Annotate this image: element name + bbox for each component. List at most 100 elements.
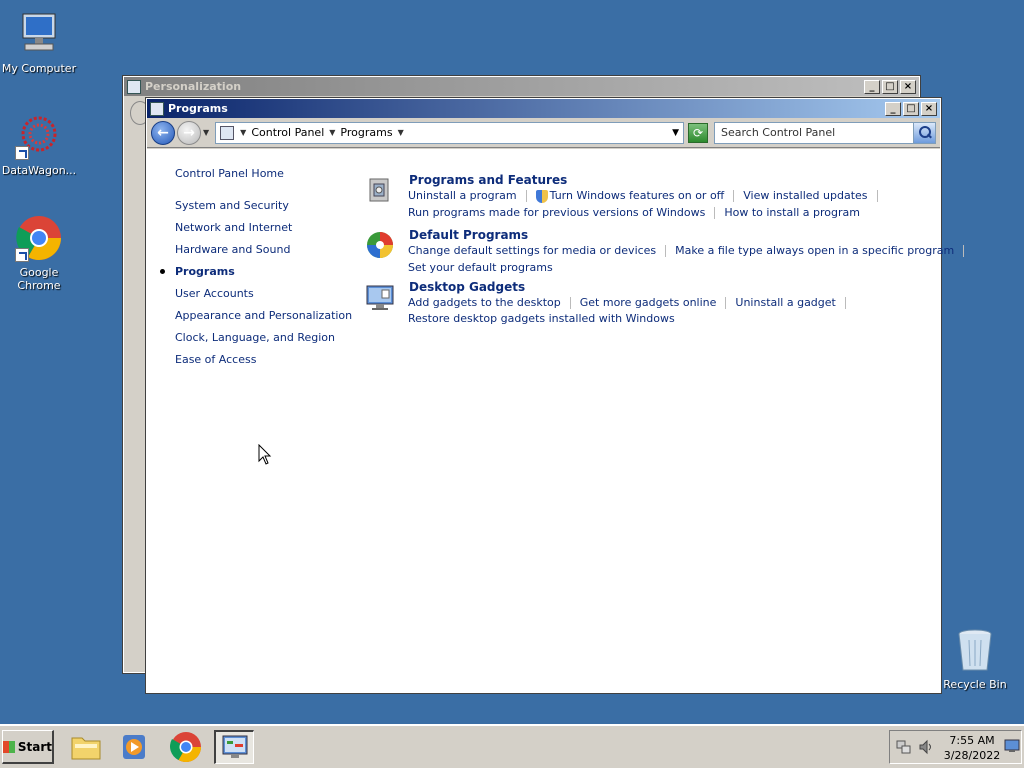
desktop-icon-label: DataWagon...: [1, 164, 77, 177]
section-title[interactable]: Programs and Features: [409, 173, 567, 187]
chrome-icon: [15, 214, 63, 262]
chevron-down-icon[interactable]: ▼: [398, 128, 404, 137]
uninstall-gadget-link[interactable]: Uninstall a gadget: [735, 296, 835, 309]
folder-icon: [71, 737, 101, 760]
get-more-gadgets-link[interactable]: Get more gadgets online: [580, 296, 717, 309]
window-title: Personalization: [145, 80, 242, 93]
links-row: Change default settings for media or dev…: [408, 244, 973, 257]
address-toolbar: ← → ▼ ▼ Control Panel ▼ Programs ▼ ▼ ⟳ S…: [147, 118, 940, 148]
links-row: Add gadgets to the desktop Get more gadge…: [408, 296, 855, 309]
programs-window[interactable]: Programs _ □ × ← → ▼ ▼ Control Panel ▼ P…: [145, 97, 965, 694]
shield-icon: [535, 189, 548, 203]
desktop-icon-label: My Computer: [1, 62, 77, 75]
volume-icon[interactable]: [918, 739, 934, 755]
section-default-programs: Default Programs Change default settings…: [365, 228, 965, 278]
search-input[interactable]: Search Control Panel: [714, 121, 936, 144]
breadcrumb-programs[interactable]: Programs: [340, 126, 392, 139]
personalization-icon: [127, 79, 141, 94]
minimize-button[interactable]: _: [885, 101, 901, 116]
nav-network-and-internet[interactable]: Network and Internet: [175, 221, 352, 243]
system-tray: 7:55 AM 3/28/2022: [889, 730, 1022, 764]
network-icon[interactable]: [896, 739, 912, 755]
clock[interactable]: 7:55 AM 3/28/2022: [942, 733, 1002, 763]
show-desktop-icon[interactable]: [1004, 739, 1020, 753]
how-to-install-link[interactable]: How to install a program: [724, 206, 860, 219]
recycle-bin-icon: [951, 626, 999, 674]
computer-icon: [15, 10, 63, 58]
section-title[interactable]: Default Programs: [409, 228, 528, 242]
file-type-association-link[interactable]: Make a file type always open in a specif…: [675, 244, 954, 257]
refresh-button[interactable]: ⟳: [688, 122, 708, 143]
turn-windows-features-link[interactable]: Turn Windows features on or off: [550, 189, 725, 202]
chevron-down-icon[interactable]: ▼: [329, 128, 335, 137]
datawagon-icon: [15, 112, 63, 160]
window-title: Programs: [168, 102, 228, 115]
run-older-programs-link[interactable]: Run programs made for previous versions …: [408, 206, 705, 219]
close-button[interactable]: ×: [900, 79, 916, 94]
control-panel-icon: [222, 735, 248, 758]
minimize-button[interactable]: _: [864, 79, 880, 94]
address-bar[interactable]: ▼ Control Panel ▼ Programs ▼ ▼: [215, 121, 684, 144]
search-placeholder: Search Control Panel: [721, 126, 836, 139]
back-button[interactable]: ←: [151, 120, 175, 145]
nav-control-panel-home[interactable]: Control Panel Home: [175, 167, 352, 189]
mouse-cursor-icon: [258, 444, 272, 465]
programs-titlebar[interactable]: Programs _ □ ×: [147, 99, 940, 118]
programs-features-icon: [365, 175, 395, 205]
uninstall-program-link[interactable]: Uninstall a program: [408, 189, 517, 202]
personalization-titlebar[interactable]: Personalization _ □ ×: [124, 77, 919, 96]
desktop-icon-my-computer[interactable]: My Computer: [0, 10, 78, 75]
start-label: Start: [17, 739, 52, 754]
nav-programs[interactable]: Programs: [159, 265, 352, 287]
nav-user-accounts[interactable]: User Accounts: [175, 287, 352, 309]
recent-pages-dropdown-icon[interactable]: ▼: [203, 128, 209, 137]
nav-hardware-and-sound[interactable]: Hardware and Sound: [175, 243, 352, 265]
desktop-icon-datawagon[interactable]: DataWagon...: [0, 112, 78, 177]
nav-appearance-and-personalization[interactable]: Appearance and Personalization: [175, 309, 352, 331]
taskbar-media-player-button[interactable]: [114, 730, 154, 764]
nav-system-and-security[interactable]: System and Security: [175, 199, 352, 221]
control-panel-content: Control Panel Home System and Security N…: [147, 149, 965, 692]
clock-time: 7:55 AM: [949, 734, 995, 747]
section-title[interactable]: Desktop Gadgets: [409, 280, 525, 294]
left-navigation: Control Panel Home System and Security N…: [159, 167, 352, 375]
taskbar-chrome-button[interactable]: [166, 730, 206, 764]
media-player-icon: [123, 735, 145, 759]
desktop-icon-label: Google Chrome: [17, 266, 61, 292]
search-icon[interactable]: [913, 122, 935, 143]
taskbar: Start 7:55 AM 3/28/2022: [0, 724, 1024, 768]
links-row: Restore desktop gadgets installed with W…: [408, 312, 675, 325]
links-row: Run programs made for previous versions …: [408, 206, 860, 219]
nav-ease-of-access[interactable]: Ease of Access: [175, 353, 352, 375]
desktop-icon-recycle-bin[interactable]: Recycle Bin: [936, 626, 1014, 691]
desktop-gadgets-icon: [365, 282, 395, 312]
taskbar-control-panel-button[interactable]: [214, 730, 254, 764]
control-panel-icon: [220, 125, 235, 140]
nav-clock-language-region[interactable]: Clock, Language, and Region: [175, 331, 352, 353]
maximize-button[interactable]: □: [882, 79, 898, 94]
default-programs-icon: [365, 230, 395, 260]
taskbar-explorer-button[interactable]: [66, 730, 106, 764]
shortcut-arrow-icon: [15, 146, 29, 160]
desktop-icon-label: Recycle Bin: [943, 678, 1007, 691]
maximize-button[interactable]: □: [903, 101, 919, 116]
restore-gadgets-link[interactable]: Restore desktop gadgets installed with W…: [408, 312, 675, 325]
control-panel-icon: [150, 101, 164, 116]
links-row: Uninstall a program Turn Windows features…: [408, 189, 887, 203]
set-default-programs-link[interactable]: Set your default programs: [408, 261, 553, 274]
clock-date: 3/28/2022: [943, 749, 1001, 762]
view-installed-updates-link[interactable]: View installed updates: [743, 189, 867, 202]
section-desktop-gadgets: Desktop Gadgets Add gadgets to the deskt…: [365, 280, 925, 330]
breadcrumb-control-panel[interactable]: Control Panel: [251, 126, 324, 139]
shortcut-arrow-icon: [15, 248, 29, 262]
close-button[interactable]: ×: [921, 101, 937, 116]
section-programs-and-features: Programs and Features Uninstall a progra…: [365, 173, 925, 223]
address-dropdown-icon[interactable]: ▼: [672, 128, 679, 138]
windows-flag-icon: [3, 740, 15, 753]
change-default-settings-link[interactable]: Change default settings for media or dev…: [408, 244, 656, 257]
desktop-icon-google-chrome[interactable]: Google Chrome: [0, 214, 78, 292]
start-button[interactable]: Start: [2, 730, 54, 764]
chevron-down-icon[interactable]: ▼: [240, 128, 246, 137]
add-gadgets-link[interactable]: Add gadgets to the desktop: [408, 296, 561, 309]
forward-button[interactable]: →: [177, 120, 201, 145]
